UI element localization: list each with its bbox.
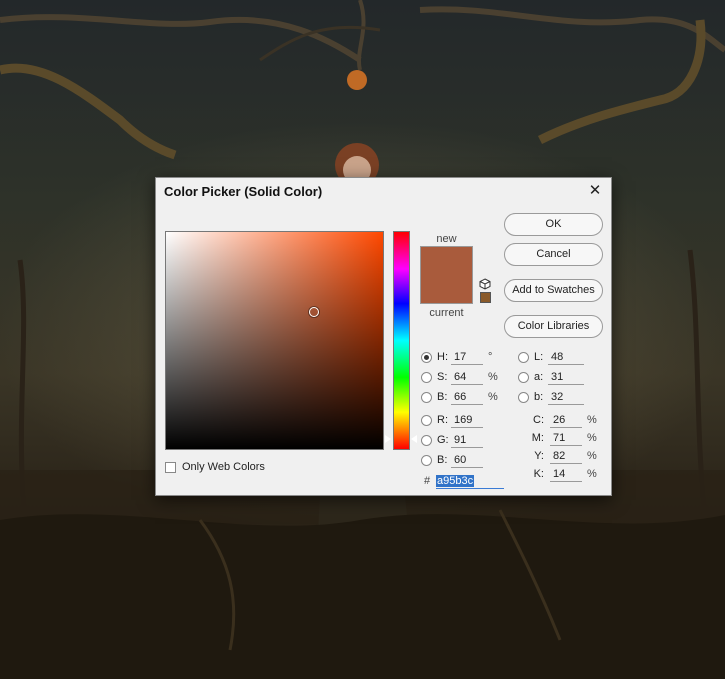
- black-row: K: 14 %: [530, 466, 599, 482]
- cube-icon[interactable]: [479, 278, 491, 290]
- gamut-swatch[interactable]: [480, 292, 491, 303]
- green-field[interactable]: 91: [451, 432, 483, 448]
- magenta-field[interactable]: 71: [550, 430, 582, 446]
- red-radio[interactable]: [421, 414, 432, 426]
- new-label: new: [436, 233, 457, 245]
- blue-label: B:: [437, 454, 448, 466]
- new-color-swatch: [420, 246, 473, 275]
- saturation-field[interactable]: 64: [451, 369, 483, 385]
- color-field-marker[interactable]: [309, 307, 319, 317]
- red-label: R:: [437, 414, 448, 426]
- only-web-colors-label: Only Web Colors: [182, 461, 265, 473]
- color-libraries-button[interactable]: Color Libraries: [504, 315, 603, 338]
- hex-hash-label: #: [424, 475, 431, 487]
- saturation-unit: %: [488, 371, 498, 383]
- current-label: current: [429, 307, 464, 319]
- only-web-colors-checkbox[interactable]: [165, 461, 176, 473]
- saturation-row: S: 64 %: [421, 369, 500, 385]
- hue-radio[interactable]: [421, 351, 432, 363]
- hex-value: a95b3c: [436, 475, 475, 487]
- close-icon[interactable]: ✕: [585, 181, 605, 201]
- lab-a-radio[interactable]: [518, 371, 529, 383]
- cyan-field[interactable]: 26: [550, 412, 582, 428]
- lab-b-field[interactable]: 32: [548, 389, 584, 405]
- yellow-field[interactable]: 82: [550, 448, 582, 464]
- yellow-unit: %: [587, 450, 597, 462]
- green-label: G:: [437, 434, 449, 446]
- red-field[interactable]: 169: [451, 412, 483, 428]
- color-picker-dialog: Color Picker (Solid Color) ✕ Only Web Co…: [155, 177, 612, 496]
- brightness-row: B: 66 %: [421, 389, 500, 405]
- color-field[interactable]: [165, 231, 384, 450]
- magenta-row: M: 71 %: [530, 430, 599, 446]
- black-unit: %: [587, 468, 597, 480]
- black-label: K:: [533, 468, 544, 480]
- lab-a-row: a: 31: [518, 369, 584, 385]
- cancel-button[interactable]: Cancel: [504, 243, 603, 266]
- hue-label: H:: [437, 351, 448, 363]
- brightness-field[interactable]: 66: [451, 389, 483, 405]
- yellow-row: Y: 82 %: [530, 448, 599, 464]
- lab-a-field[interactable]: 31: [548, 369, 584, 385]
- lab-a-label: a:: [534, 371, 544, 383]
- lab-l-field[interactable]: 48: [548, 349, 584, 365]
- brightness-label: B:: [437, 391, 448, 403]
- saturation-label: S:: [437, 371, 448, 383]
- cyan-unit: %: [587, 414, 597, 426]
- hex-field[interactable]: a95b3c: [436, 474, 504, 489]
- add-to-swatches-button[interactable]: Add to Swatches: [504, 279, 603, 302]
- green-radio[interactable]: [421, 434, 432, 446]
- hue-unit: °: [488, 351, 493, 363]
- cyan-label: C:: [533, 414, 544, 426]
- magenta-label: M:: [531, 432, 544, 444]
- ok-button[interactable]: OK: [504, 213, 603, 236]
- blue-radio[interactable]: [421, 454, 432, 466]
- lab-l-row: L: 48: [518, 349, 584, 365]
- hue-slider[interactable]: [393, 231, 410, 450]
- green-row: G: 91: [421, 432, 483, 448]
- only-web-colors[interactable]: Only Web Colors: [165, 461, 265, 473]
- red-row: R: 169: [421, 412, 483, 428]
- brightness-unit: %: [488, 391, 498, 403]
- hue-slider-right-arrow-icon[interactable]: [411, 435, 417, 443]
- lab-l-radio[interactable]: [518, 351, 529, 363]
- lab-b-row: b: 32: [518, 389, 584, 405]
- black-field[interactable]: 14: [550, 466, 582, 482]
- saturation-radio[interactable]: [421, 371, 432, 383]
- lab-l-label: L:: [534, 351, 544, 363]
- magenta-unit: %: [587, 432, 597, 444]
- hue-slider-left-arrow-icon[interactable]: [385, 435, 391, 443]
- blue-field[interactable]: 60: [451, 452, 483, 468]
- lab-b-label: b:: [534, 391, 544, 403]
- current-color-swatch[interactable]: [420, 275, 473, 304]
- hue-field[interactable]: 17: [451, 349, 483, 365]
- brightness-radio[interactable]: [421, 391, 432, 403]
- cyan-row: C: 26 %: [530, 412, 599, 428]
- hue-row: H: 17 °: [421, 349, 500, 365]
- dialog-title: Color Picker (Solid Color): [164, 184, 323, 199]
- blue-row: B: 60: [421, 452, 483, 468]
- lab-b-radio[interactable]: [518, 391, 529, 403]
- yellow-label: Y:: [534, 450, 544, 462]
